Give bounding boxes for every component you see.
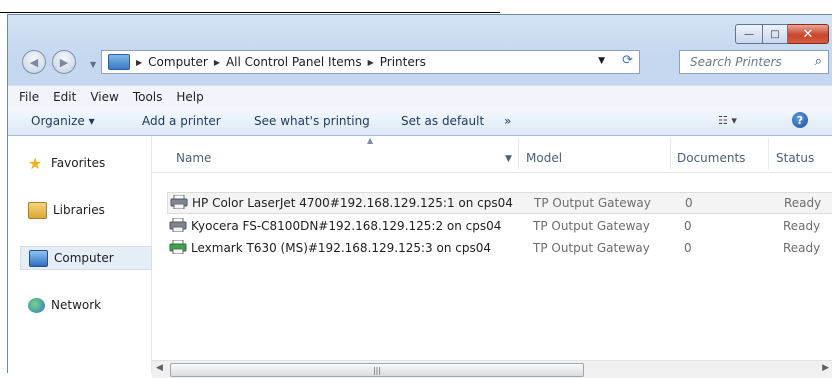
printer-status: Ready	[783, 219, 821, 233]
printer-row[interactable]: Lexmark T630 (MS)#192.168.129.125:3 on c…	[167, 238, 832, 258]
column-divider[interactable]	[670, 138, 671, 170]
printer-documents: 0	[684, 241, 692, 255]
scrollbar-grip-icon: |||	[372, 365, 382, 375]
printer-name: HP Color LaserJet 4700#192.168.129.125:1…	[192, 196, 513, 210]
printer-row[interactable]: HP Color LaserJet 4700#192.168.129.125:1…	[167, 192, 832, 214]
star-icon: ★	[28, 153, 43, 173]
breadcrumb-control-panel[interactable]: All Control Panel Items	[226, 55, 362, 69]
menu-file[interactable]: File	[19, 90, 39, 104]
sort-ascending-icon: ▲	[367, 136, 374, 145]
close-button[interactable]: ✕	[788, 24, 829, 44]
column-header-row: Name ▲ ▼ Model Documents Status	[152, 136, 832, 173]
printer-row[interactable]: Kyocera FS-C8100DN#192.168.129.125:2 on …	[167, 216, 832, 236]
refresh-icon[interactable]: ⟳	[622, 53, 633, 68]
printer-documents: 0	[685, 196, 693, 210]
breadcrumb-separator-icon[interactable]: ▶	[214, 58, 220, 67]
navigation-pane: ★ Favorites Libraries Computer Network	[8, 136, 152, 373]
column-name[interactable]: Name	[176, 151, 211, 165]
printer-name: Kyocera FS-C8100DN#192.168.129.125:2 on …	[191, 219, 502, 233]
nav-favorites-label: Favorites	[51, 156, 106, 170]
minimize-button[interactable]: —	[735, 24, 763, 44]
menu-bar: File Edit View Tools Help	[8, 85, 832, 108]
address-bar[interactable]: ▶ Computer ▶ All Control Panel Items ▶ P…	[101, 50, 640, 74]
printer-model: TP Output Gateway	[533, 219, 650, 233]
printer-name: Lexmark T630 (MS)#192.168.129.125:3 on c…	[191, 241, 491, 255]
column-dropdown-icon[interactable]: ▼	[505, 154, 512, 164]
nav-computer-label: Computer	[54, 251, 114, 265]
libraries-icon	[28, 201, 47, 219]
file-list-pane: Name ▲ ▼ Model Documents Status HP Color…	[152, 136, 832, 373]
more-commands-button[interactable]: »	[504, 114, 511, 128]
nav-libraries[interactable]: Libraries	[20, 199, 148, 221]
column-divider[interactable]	[768, 138, 769, 170]
top-border-line	[0, 12, 500, 13]
menu-view[interactable]: View	[90, 90, 118, 104]
nav-computer[interactable]: Computer	[20, 246, 152, 270]
column-divider[interactable]	[518, 138, 519, 170]
content-area: ★ Favorites Libraries Computer Network N…	[8, 136, 832, 378]
default-printer-icon	[169, 240, 187, 254]
printer-status: Ready	[784, 196, 822, 210]
breadcrumb-separator-icon[interactable]: ▶	[136, 58, 142, 67]
search-placeholder: Search Printers	[690, 55, 782, 69]
column-status[interactable]: Status	[776, 151, 814, 165]
forward-arrow-icon: ▶	[59, 55, 69, 69]
caption-buttons: — □ ✕	[735, 24, 829, 44]
horizontal-scrollbar[interactable]: ◀ ||| ▶	[152, 360, 832, 378]
breadcrumb-computer[interactable]: Computer	[148, 55, 208, 69]
set-as-default-button[interactable]: Set as default	[401, 114, 484, 128]
nav-network[interactable]: Network	[20, 294, 148, 316]
breadcrumb-separator-icon[interactable]: ▶	[368, 58, 374, 67]
recent-pages-dropdown-icon[interactable]: ▼	[90, 60, 96, 69]
control-panel-icon	[108, 54, 130, 70]
forward-button[interactable]: ▶	[52, 50, 76, 74]
nav-network-label: Network	[51, 298, 102, 312]
navigation-row: ◀ ▶ ▼ ▶ Computer ▶ All Control Panel Ite…	[8, 48, 832, 78]
menu-help[interactable]: Help	[176, 90, 203, 104]
back-arrow-icon: ◀	[29, 55, 39, 69]
help-icon[interactable]: ?	[792, 112, 808, 128]
menu-edit[interactable]: Edit	[53, 90, 76, 104]
menu-tools[interactable]: Tools	[133, 90, 163, 104]
command-bar: Organize ▾ Add a printer See what's prin…	[8, 107, 832, 136]
add-printer-button[interactable]: Add a printer	[142, 114, 221, 128]
address-dropdown-icon[interactable]: ▼	[598, 56, 605, 66]
printer-icon	[170, 195, 188, 209]
change-view-icon[interactable]: ☷ ▾	[718, 114, 737, 127]
printer-icon	[169, 218, 187, 232]
printer-documents: 0	[684, 219, 692, 233]
printer-model: TP Output Gateway	[533, 241, 650, 255]
organize-button[interactable]: Organize ▾	[31, 114, 95, 128]
back-button[interactable]: ◀	[22, 50, 46, 74]
column-model[interactable]: Model	[526, 151, 562, 165]
see-whats-printing-button[interactable]: See what's printing	[254, 114, 370, 128]
search-icon[interactable]: ⌕	[815, 54, 822, 69]
network-icon	[28, 297, 45, 313]
computer-icon	[29, 249, 48, 267]
explorer-window: — □ ✕ ◀ ▶ ▼ ▶ Computer ▶ All Control Pan…	[7, 14, 832, 378]
breadcrumb-printers[interactable]: Printers	[380, 55, 426, 69]
nav-favorites[interactable]: ★ Favorites	[20, 152, 148, 174]
scrollbar-thumb[interactable]: |||	[170, 363, 584, 377]
nav-libraries-label: Libraries	[53, 203, 105, 217]
printer-status: Ready	[783, 241, 821, 255]
maximize-button[interactable]: □	[763, 24, 788, 44]
column-documents[interactable]: Documents	[677, 151, 745, 165]
search-box[interactable]: Search Printers ⌕	[679, 50, 829, 74]
printer-model: TP Output Gateway	[534, 196, 651, 210]
